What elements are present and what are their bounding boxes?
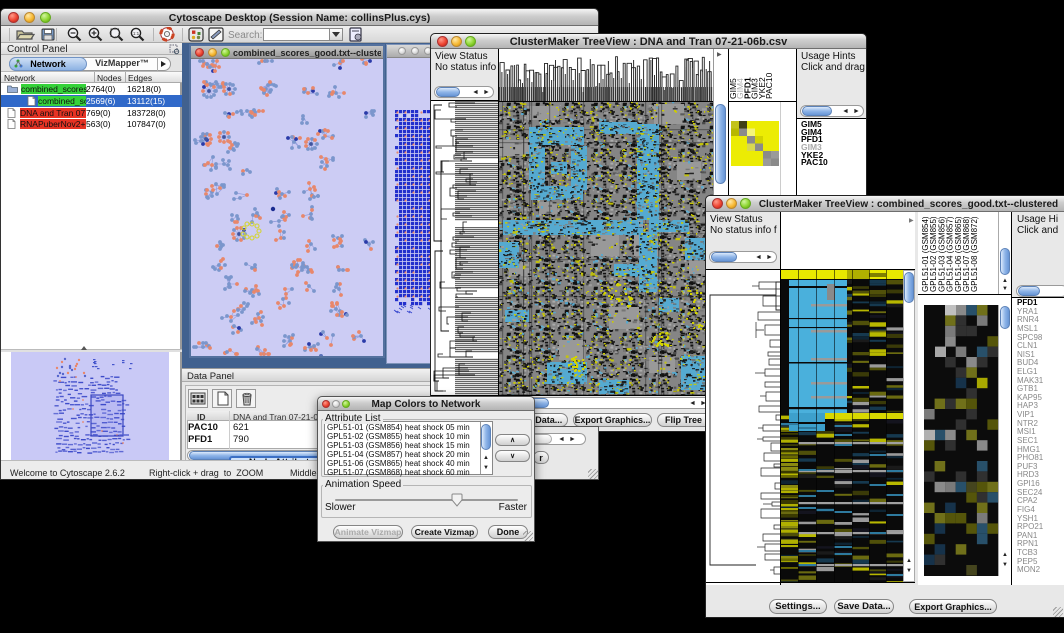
svg-text:1:1: 1:1 xyxy=(133,31,140,36)
svg-text:PAC10: PAC10 xyxy=(764,72,774,99)
